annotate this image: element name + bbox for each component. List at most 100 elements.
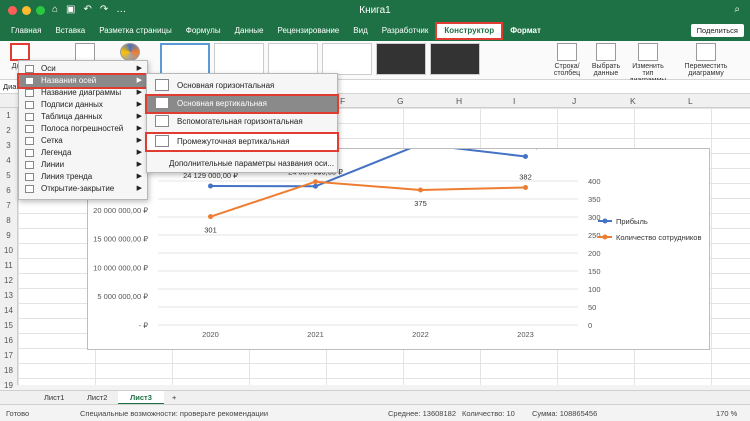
row-header[interactable]: 16 [0,336,17,345]
share-button[interactable]: Поделиться [690,24,744,37]
row-header[interactable]: 8 [0,216,17,225]
secondary-vertical-axis-title-icon [155,135,169,147]
tab-view[interactable]: Вид [346,22,374,40]
menu-item-legend[interactable]: Легенда ▶ [19,147,147,159]
tab-chart-design[interactable]: Конструктор [435,22,504,40]
change-chart-type-button[interactable]: Изменить тип диаграммы [626,43,670,84]
move-chart-button[interactable]: Переместить диаграмму [676,43,736,77]
chevron-right-icon: ▶ [136,77,142,84]
search-icon[interactable]: ⌕ [734,4,740,15]
sheet-tab-3[interactable]: Лист3 [118,391,164,405]
column-header[interactable]: I [513,96,515,106]
chart-plot: 050100150200250300350400- ₽5 000 000,00 … [93,129,701,339]
legend-marker [602,234,608,240]
select-data-button[interactable]: Выбрать данные [590,43,622,77]
row-header[interactable]: 18 [0,366,17,375]
sheet-tabs: Лист1 Лист2 Лист3 + [0,390,750,405]
status-accessibility[interactable]: Специальные возможности: проверьте реком… [80,409,268,418]
tab-data[interactable]: Данные [228,22,271,40]
axis-titles-icon [25,77,34,85]
y-left-tick-label: - ₽ [139,321,149,330]
zoom-level[interactable]: 170 % [716,409,737,418]
chart-style-6[interactable] [430,43,480,75]
row-header[interactable]: 17 [0,351,17,360]
row-header[interactable]: 4 [0,156,17,165]
menu-item-chart-title[interactable]: Название диаграммы ▶ [19,87,147,99]
chart-style-3[interactable] [268,43,318,75]
axis-titles-submenu: Основная горизонтальная Основная вертика… [145,73,339,173]
tab-home[interactable]: Главная [4,22,48,40]
column-header[interactable]: H [456,96,462,106]
row-header[interactable]: 11 [0,261,17,270]
y-left-tick-label: 5 000 000,00 ₽ [97,292,148,301]
column-header[interactable]: G [397,96,404,106]
add-chart-element-icon [10,43,30,61]
lines-icon [25,161,34,169]
row-header[interactable]: 2 [0,126,17,135]
data-labels-icon [25,101,34,109]
tab-review[interactable]: Рецензирование [270,22,346,40]
y-right-tick-label: 0 [588,321,592,330]
row-header[interactable]: 15 [0,321,17,330]
submenu-primary-vertical[interactable]: Основная вертикальная [145,94,339,114]
row-header[interactable]: 19 [0,381,17,390]
title-bar: ⌂ ▣ ↶ ↷ … Книга1 ⌕ [0,0,750,21]
column-header[interactable]: L [688,96,693,106]
row-header[interactable]: 5 [0,171,17,180]
palette-icon [120,43,140,61]
row-header[interactable]: 1 [0,111,17,120]
ribbon-tabs: Главная Вставка Разметка страницы Формул… [0,21,750,41]
row-headers: 1 2 3 4 5 6 7 8 9 10 11 12 13 14 15 16 17 18 19 [0,108,18,390]
tab-page-layout[interactable]: Разметка страницы [92,22,179,40]
row-header[interactable]: 12 [0,276,17,285]
row-header[interactable]: 9 [0,231,17,240]
menu-item-data-labels[interactable]: Подписи данных ▶ [19,99,147,111]
menu-item-axes[interactable]: Оси ▶ [19,63,147,75]
submenu-primary-horizontal[interactable]: Основная горизонтальная [147,78,337,94]
chart-style-2[interactable] [214,43,264,75]
x-tick-label: 2020 [202,330,219,339]
chart-style-5[interactable] [376,43,426,75]
tab-format[interactable]: Формат [503,22,548,40]
menu-item-lines[interactable]: Линии ▶ [19,159,147,171]
menu-item-axis-titles[interactable]: Названия осей ▶ [17,73,149,89]
row-header[interactable]: 6 [0,186,17,195]
row-header[interactable]: 3 [0,141,17,150]
sheet-tab-1[interactable]: Лист1 [32,391,76,405]
chart-style-1[interactable] [160,43,210,75]
row-header[interactable]: 10 [0,246,17,255]
y-right-tick-label: 50 [588,303,596,312]
menu-item-error-bars[interactable]: Полоса погрешностей ▶ [19,123,147,135]
column-header[interactable]: F [340,96,345,106]
error-bars-icon [25,125,34,133]
data-point [523,184,528,190]
chevron-right-icon: ▶ [136,149,142,156]
tab-developer[interactable]: Разработчик [375,22,436,40]
menu-item-gridlines[interactable]: Сетка ▶ [19,135,147,147]
data-point [523,153,528,159]
column-header[interactable]: K [630,96,636,106]
add-sheet-button[interactable]: + [160,391,188,405]
submenu-more-options[interactable]: Дополнительные параметры названия оси... [147,156,337,172]
switch-row-column-button[interactable]: Строка/столбец [545,43,589,77]
sheet-tab-2[interactable]: Лист2 [75,391,119,405]
submenu-secondary-vertical[interactable]: Промежуточная вертикальная [145,132,339,152]
menu-item-data-table[interactable]: Таблица данных ▶ [19,111,147,123]
y-right-tick-label: 150 [588,267,601,276]
row-header[interactable]: 13 [0,291,17,300]
submenu-secondary-horizontal[interactable]: Вспомогательная горизонтальная [147,114,337,130]
status-bar: Готово Специальные возможности: проверьт… [0,404,750,421]
column-header[interactable]: J [572,96,576,106]
data-point [313,183,318,189]
row-header[interactable]: 7 [0,201,17,210]
chart[interactable]: 0 50 100 150 200 250 300 350 400- ₽5 000 000,00 … [87,129,710,350]
chart-style-4[interactable] [322,43,372,75]
tab-formulas[interactable]: Формулы [179,22,228,40]
tab-insert[interactable]: Вставка [48,22,92,40]
chevron-right-icon: ▶ [136,101,142,108]
menu-item-trendline[interactable]: Линия тренда ▶ [19,171,147,183]
move-chart-icon [696,43,716,61]
gridlines-icon [25,137,34,145]
row-header[interactable]: 14 [0,306,17,315]
menu-item-up-down-bars[interactable]: Открытие-закрытие ▶ [19,183,147,195]
